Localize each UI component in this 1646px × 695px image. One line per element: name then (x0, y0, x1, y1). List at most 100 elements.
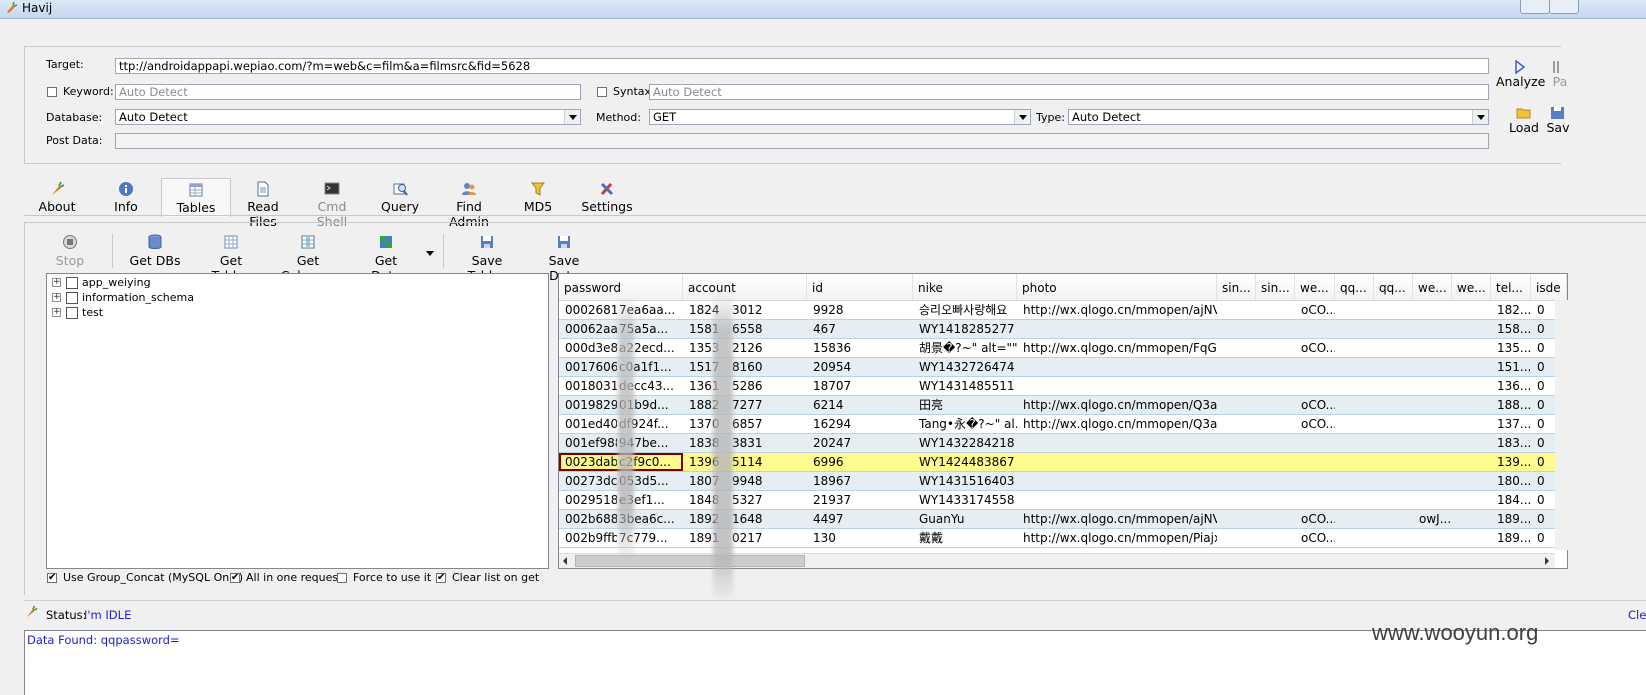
table-row[interactable]: 0017606ac0a1f1...1517816020954WY14327264… (559, 358, 1555, 377)
table-cell (1295, 453, 1335, 471)
tab-md5[interactable]: MD5 (520, 178, 556, 216)
table-row[interactable]: 0029518 e3ef1... 1848 5327 21937 WY1433174558… (559, 491, 1555, 510)
type-select[interactable]: Auto Detect (1068, 109, 1489, 125)
tab-read-files[interactable]: Read Files (234, 178, 292, 229)
column-header[interactable]: we... (1295, 274, 1335, 300)
save-data-button[interactable]: Save Data (534, 232, 594, 283)
get-data-dropdown[interactable] (425, 246, 435, 256)
clear-list-checkbox[interactable]: ✔ (436, 573, 446, 583)
stop-button[interactable]: Stop (52, 232, 88, 268)
table-cell: 7277 (732, 398, 763, 412)
option-force[interactable]: Force to use it (337, 571, 431, 585)
column-header[interactable]: qq... (1374, 274, 1413, 300)
keyword-checkbox[interactable] (47, 87, 57, 97)
save-tables-button[interactable]: Save Tables (452, 232, 522, 283)
floppy-icon (1551, 107, 1564, 119)
table-row[interactable]: 001ed401df924f...1370685716294Tang•永�?~"… (559, 415, 1555, 434)
tab-find-admin[interactable]: Find Admin (436, 178, 502, 229)
tab-settings[interactable]: Settings (580, 178, 634, 216)
tree-node-information-schema[interactable]: + information_schema (52, 291, 252, 305)
get-data-button[interactable]: Get Data (360, 232, 412, 283)
scroll-left-icon[interactable] (563, 557, 567, 565)
save-button[interactable]: Sav (1546, 106, 1570, 138)
table-cell: 16294 (813, 417, 852, 431)
expand-icon[interactable]: + (52, 308, 61, 317)
postdata-input[interactable] (115, 133, 1489, 149)
option-clear-list[interactable]: ✔ Clear list on get (436, 571, 539, 585)
table-row[interactable]: 002b688c3bea6c...189216484497GuanYuhttp:… (559, 510, 1555, 529)
tree-node-app-weiying[interactable]: + app_weiying (52, 276, 252, 290)
tools-icon (600, 182, 614, 196)
table-row[interactable]: 000268107ea6aa...182430129928승리오빠사랑해요htt… (559, 301, 1555, 320)
column-header[interactable]: sin... (1217, 274, 1256, 300)
expand-icon[interactable]: + (52, 293, 61, 302)
clear-log-link[interactable]: Cle (1628, 608, 1646, 622)
expand-icon[interactable]: + (52, 278, 61, 287)
tree-checkbox[interactable] (66, 307, 78, 319)
get-dbs-button[interactable]: Get DBs (128, 232, 182, 268)
database-label: Database: (46, 111, 103, 124)
table-cell (1413, 320, 1452, 338)
scroll-right-icon[interactable] (1545, 557, 1549, 565)
play-icon (1515, 60, 1526, 74)
tree-checkbox[interactable] (66, 277, 78, 289)
syntax-input[interactable]: Auto Detect (649, 84, 1489, 100)
target-url-input[interactable]: ttp://androidappapi.wepiao.com/?m=web&c=… (115, 58, 1489, 74)
table-row[interactable]: 00273dc0053d5...1807994818967WY143151640… (559, 472, 1555, 491)
tree-node-test[interactable]: + test (52, 306, 252, 320)
table-row[interactable]: 0018031 decc43... 1361 5286 18707 WY143148551… (559, 377, 1555, 396)
maximize-button[interactable] (1549, 0, 1579, 14)
table-row[interactable]: 0023dab3c2f9c0...139651146996WY142448386… (559, 453, 1555, 472)
option-group-concat[interactable]: ✔ Use Group_Concat (MySQL Only) (47, 571, 243, 585)
tab-info[interactable]: Info (108, 178, 144, 216)
table-row[interactable]: 001ef988 947be... 1838 3831 20247 WY143228421… (559, 434, 1555, 453)
table-cell: 3012 (732, 303, 763, 317)
tab-query[interactable]: Query (380, 178, 420, 216)
get-tables-button[interactable]: Get Tables (200, 232, 262, 283)
table-cell: 5327 (732, 493, 763, 507)
column-header[interactable]: id (807, 274, 913, 300)
analyze-button[interactable]: Analyze (1496, 60, 1545, 92)
scroll-thumb[interactable] (575, 555, 805, 567)
column-header[interactable]: we... (1452, 274, 1491, 300)
option-all-in-one[interactable]: ✔ All in one request. (230, 571, 346, 585)
load-button[interactable]: Load (1506, 106, 1542, 138)
force-checkbox[interactable] (337, 573, 347, 583)
table-cell: 戴戴 (919, 531, 944, 545)
table-row[interactable]: 000d3e82a22ecd...1353212615836胡景�?~" alt… (559, 339, 1555, 358)
table-row[interactable]: 00062aa375a5a...15816558467WY14182852771… (559, 320, 1555, 339)
column-header[interactable]: qq... (1335, 274, 1374, 300)
pause-button[interactable]: Pa (1550, 60, 1570, 92)
data-grid[interactable]: password account id nike photo sin... si… (558, 273, 1568, 569)
syntax-checkbox[interactable] (597, 87, 607, 97)
table-cell: 0217 (732, 531, 763, 545)
column-header[interactable]: photo (1017, 274, 1217, 300)
type-value: Auto Detect (1072, 110, 1141, 124)
all-in-one-checkbox[interactable]: ✔ (230, 573, 240, 583)
tab-about[interactable]: About (34, 178, 80, 216)
group-concat-checkbox[interactable]: ✔ (47, 573, 57, 583)
table-cell: 180... (1497, 474, 1531, 488)
column-header[interactable]: isde (1531, 274, 1567, 300)
get-columns-button[interactable]: Get Columns (272, 232, 344, 283)
column-header[interactable]: nike (913, 274, 1017, 300)
column-header[interactable]: we... (1413, 274, 1452, 300)
database-tree[interactable]: + app_weiying + information_schema + tes… (46, 273, 549, 569)
minimize-button[interactable] (1520, 0, 1550, 14)
table-cell: http://wx.qlogo.cn/mmopen/Piajx... (1023, 531, 1217, 545)
method-select[interactable]: GET (649, 109, 1031, 125)
table-row[interactable]: 0019829201b9d...188272776214田亮http://wx.… (559, 396, 1555, 415)
tab-cmd-shell[interactable]: Cmd Shell (302, 178, 362, 229)
database-select[interactable]: Auto Detect (115, 109, 581, 125)
table-cell: 139... (1497, 455, 1531, 469)
tree-checkbox[interactable] (66, 292, 78, 304)
vertical-scrollbar-track[interactable] (1556, 300, 1568, 550)
column-header[interactable]: tel... (1491, 274, 1531, 300)
column-header[interactable]: password (559, 274, 683, 300)
column-header[interactable]: account (683, 274, 807, 300)
column-header[interactable]: sin... (1256, 274, 1295, 300)
horizontal-scrollbar[interactable] (559, 553, 1555, 568)
table-row[interactable]: 002b9ffb 7c779... 1891 0217 130 戴戴 http://wx.q… (559, 529, 1555, 548)
tab-tables[interactable]: Tables (161, 178, 231, 217)
keyword-input[interactable]: Auto Detect (115, 84, 581, 100)
